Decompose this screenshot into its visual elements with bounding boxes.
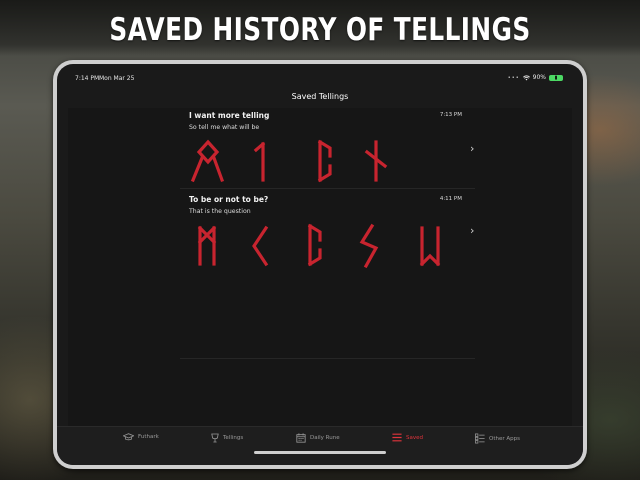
graduation-cap-icon (123, 433, 134, 441)
telling-row[interactable]: I want more telling 7:13 PM So tell me w… (180, 108, 480, 188)
multitask-dots-icon: ••• (507, 74, 520, 81)
telling-title: To be or not to be? (189, 195, 269, 204)
tab-label: Other Apps (489, 435, 520, 442)
rune-sowilo-icon (359, 223, 379, 269)
list-icon (392, 433, 402, 442)
status-time: 7:14 PM (75, 75, 100, 82)
tab-tellings[interactable]: Tellings (211, 433, 243, 443)
tab-bar: Futhark Tellings Daily Rune Saved Other … (57, 426, 583, 465)
chevron-right-icon[interactable]: › (470, 142, 474, 155)
tellings-list: I want more telling 7:13 PM So tell me w… (68, 108, 572, 426)
tab-label: Futhark (138, 434, 159, 440)
tab-futhark[interactable]: Futhark (123, 433, 159, 441)
telling-row[interactable]: To be or not to be? 4:11 PM That is the … (180, 192, 480, 272)
status-indicators: ••• 90% ▮ (508, 74, 563, 81)
telling-runes (197, 223, 441, 269)
telling-title: I want more telling (189, 111, 270, 120)
rune-mannaz-icon (197, 225, 217, 266)
rune-perthro-icon (317, 139, 332, 183)
promo-banner: SAVED HISTORY OF TELLINGS (0, 0, 640, 56)
telling-subtitle: That is the question (189, 208, 251, 215)
apps-list-icon (475, 433, 485, 444)
rune-othala-icon (190, 139, 225, 183)
tab-saved[interactable]: Saved (392, 433, 423, 442)
telling-time: 4:11 PM (439, 196, 462, 202)
app-screen: 7:14 PM Mon Mar 25 ••• 90% ▮ Saved Telli… (57, 64, 583, 465)
telling-time: 7:13 PM (439, 112, 462, 118)
row-divider (180, 358, 475, 359)
battery-icon: ▮ (549, 74, 563, 81)
battery-percent: 90% (532, 74, 546, 81)
chevron-right-icon[interactable]: › (470, 224, 474, 237)
tab-label: Tellings (223, 435, 244, 441)
rune-isa-icon (253, 141, 266, 182)
tab-label: Daily Rune (310, 435, 340, 441)
telling-subtitle: So tell me what will be (189, 124, 260, 131)
tab-label: Saved (406, 434, 423, 441)
status-bar: 7:14 PM Mon Mar 25 ••• 90% ▮ (57, 64, 583, 84)
home-indicator[interactable] (254, 451, 386, 454)
promo-headline: SAVED HISTORY OF TELLINGS (109, 12, 531, 48)
wifi-icon (522, 74, 530, 80)
row-divider (180, 188, 475, 189)
rune-wunjo-icon (419, 226, 441, 267)
rune-perthro-icon (307, 223, 322, 267)
tab-other-apps[interactable]: Other Apps (475, 433, 520, 444)
rune-kenaz-icon (252, 225, 269, 267)
tab-daily-rune[interactable]: Daily Rune (296, 433, 340, 443)
page-title: Saved Tellings (291, 92, 349, 101)
cup-icon (211, 433, 219, 443)
rune-nauthiz-icon (364, 140, 388, 182)
status-date: Mon Mar 25 (99, 75, 135, 82)
telling-runes (190, 139, 388, 183)
calendar-icon (296, 433, 306, 443)
